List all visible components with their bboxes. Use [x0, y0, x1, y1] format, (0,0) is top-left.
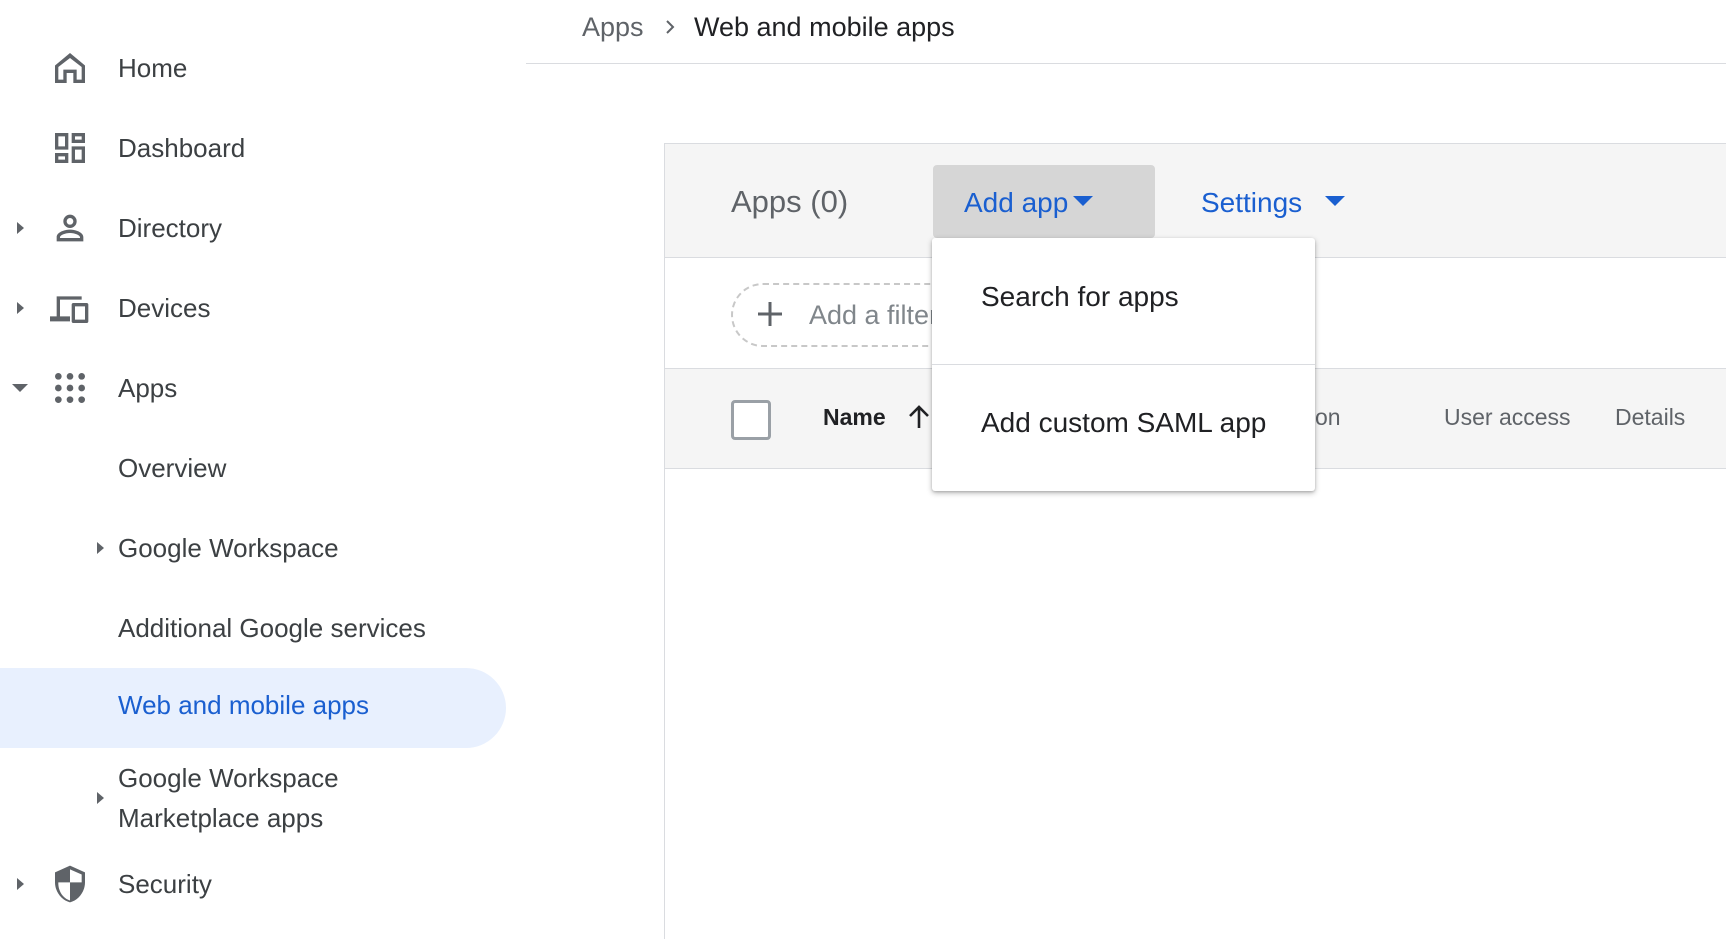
sidebar-item-label: Devices: [118, 292, 211, 323]
expand-arrow-icon[interactable]: [92, 540, 108, 556]
sidebar-item-apps[interactable]: Apps: [0, 352, 480, 424]
arrow-up-icon[interactable]: [905, 403, 933, 431]
sidebar-item-directory[interactable]: Directory: [0, 192, 480, 264]
sidebar-item-label: Additional Google services: [118, 612, 426, 643]
devices-icon: [48, 286, 92, 330]
sidebar-item-marketplace-apps[interactable]: Google Workspace Marketplace apps: [0, 756, 480, 840]
menu-item-add-custom-saml[interactable]: Add custom SAML app: [932, 365, 1315, 491]
column-header-user-access[interactable]: User access: [1444, 404, 1571, 431]
add-app-label: Add app: [964, 187, 1069, 218]
sidebar-item-label: Home: [118, 52, 188, 83]
dropdown-caret-icon: [1073, 196, 1093, 206]
expand-arrow-icon[interactable]: [12, 876, 28, 892]
sidebar-item-dashboard[interactable]: Dashboard: [0, 112, 480, 184]
sidebar-item-label: Security: [118, 868, 212, 899]
sidebar-item-label: Apps: [118, 372, 178, 403]
sidebar-item-additional-services[interactable]: Additional Google services: [0, 592, 480, 664]
menu-item-search-apps[interactable]: Search for apps: [932, 238, 1315, 364]
page-title: Web and mobile apps: [694, 12, 955, 42]
collapse-arrow-icon[interactable]: [12, 380, 28, 396]
menu-item-label: Add custom SAML app: [981, 407, 1267, 438]
sidebar-item-label: Dashboard: [118, 132, 246, 163]
add-app-menu: Search for apps Add custom SAML app: [932, 238, 1315, 491]
person-icon: [48, 206, 92, 250]
plus-icon: [755, 299, 785, 329]
sidebar: Home Dashboard Directory Devices Apps Ov…: [0, 0, 510, 938]
sidebar-item-security[interactable]: Security: [0, 848, 480, 920]
sidebar-item-web-mobile-apps[interactable]: Web and mobile apps: [0, 668, 506, 748]
apps-grid-icon: [48, 366, 92, 410]
expand-arrow-icon[interactable]: [92, 790, 108, 806]
add-filter-label: Add a filter: [809, 300, 939, 330]
column-header-details[interactable]: Details: [1615, 404, 1685, 431]
sidebar-item-label: Web and mobile apps: [118, 690, 370, 720]
breadcrumb-apps-link[interactable]: Apps: [582, 12, 644, 43]
add-filter-button[interactable]: Add a filter: [731, 283, 965, 347]
dropdown-caret-icon: [1325, 196, 1345, 206]
shield-icon: [48, 862, 92, 906]
chevron-right-icon: [662, 19, 678, 35]
apps-count-title: Apps (0): [731, 184, 849, 219]
breadcrumb: Apps Web and mobile apps: [526, 0, 1726, 64]
sidebar-item-overview[interactable]: Overview: [0, 432, 480, 504]
settings-label: Settings: [1201, 187, 1303, 218]
add-app-button[interactable]: Add app: [933, 165, 1155, 238]
menu-item-label: Search for apps: [981, 281, 1179, 312]
sidebar-item-label: Google Workspace: [118, 763, 339, 793]
column-header-name[interactable]: Name: [823, 404, 886, 431]
sidebar-item-label: Directory: [118, 212, 223, 243]
sidebar-item-home[interactable]: Home: [0, 32, 480, 104]
sidebar-item-devices[interactable]: Devices: [0, 272, 480, 344]
settings-button[interactable]: Settings: [1201, 165, 1371, 238]
sidebar-item-label: Marketplace apps: [118, 803, 324, 833]
dashboard-icon: [48, 126, 92, 170]
expand-arrow-icon[interactable]: [12, 220, 28, 236]
sidebar-item-label: Overview: [118, 452, 227, 483]
select-all-checkbox[interactable]: [731, 400, 771, 440]
expand-arrow-icon[interactable]: [12, 300, 28, 316]
sidebar-item-label: Google Workspace: [118, 532, 339, 563]
home-icon: [48, 46, 92, 90]
sidebar-item-google-workspace[interactable]: Google Workspace: [0, 512, 480, 584]
column-header-hidden[interactable]: on: [1315, 404, 1341, 431]
